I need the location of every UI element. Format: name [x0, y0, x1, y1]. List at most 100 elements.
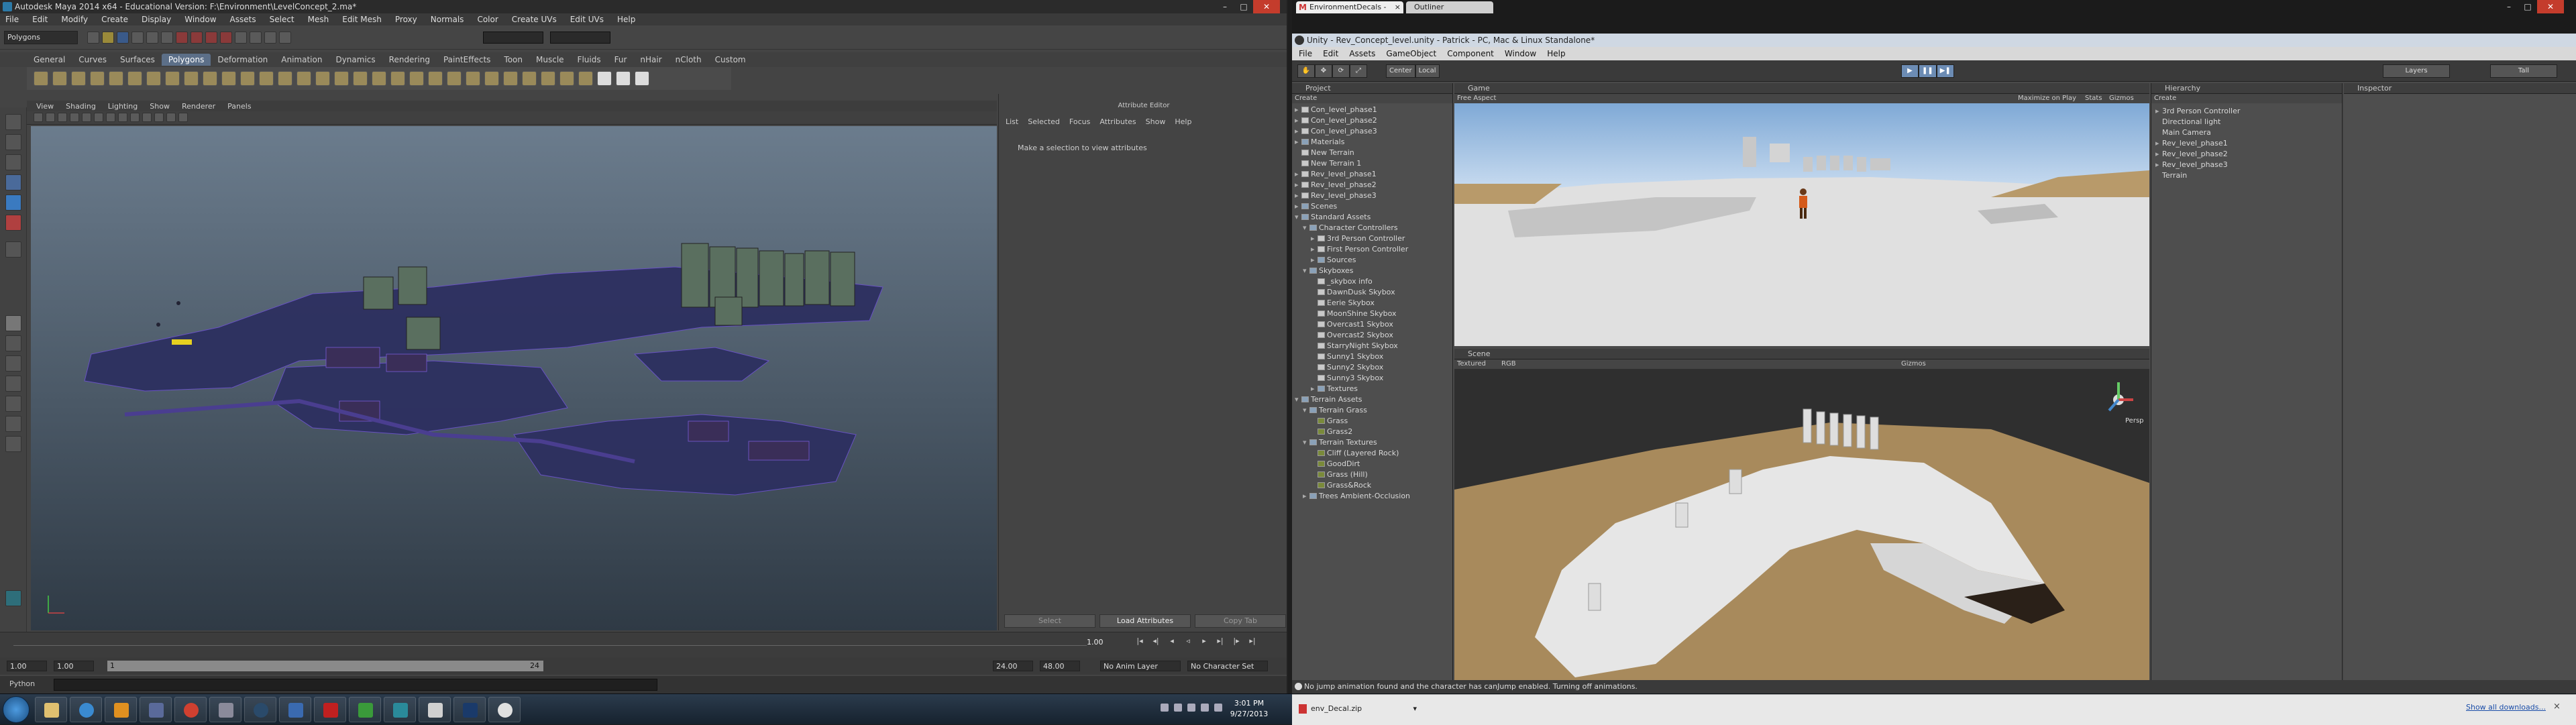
menu-modify[interactable]: Modify: [61, 15, 88, 24]
shelf-tab-rendering[interactable]: Rendering: [382, 54, 437, 66]
poly-prism-icon[interactable]: [146, 71, 161, 86]
character-set-dropdown[interactable]: No Character Set: [1187, 661, 1268, 671]
single-perspective-layout-icon[interactable]: [5, 315, 21, 331]
scene-tab[interactable]: Scene: [1454, 349, 2149, 359]
mode-dropdown[interactable]: Polygons: [4, 31, 78, 44]
uv-layout-icon[interactable]: [5, 416, 21, 432]
start-button[interactable]: [3, 696, 30, 723]
project-item[interactable]: GoodDirt: [1292, 459, 1453, 469]
maximize-on-play-toggle[interactable]: Maximize on Play: [2018, 94, 2076, 103]
shelf-tab-custom[interactable]: Custom: [708, 54, 753, 66]
shelf-tab-curves[interactable]: Curves: [72, 54, 113, 66]
wireframe-icon[interactable]: [106, 113, 115, 122]
expand-arrow-icon[interactable]: ▾: [1303, 266, 1309, 276]
shelf-tab-surfaces[interactable]: Surfaces: [113, 54, 162, 66]
shelf-tab-ncloth[interactable]: nCloth: [669, 54, 708, 66]
shelf-tab-fluids[interactable]: Fluids: [571, 54, 608, 66]
project-item[interactable]: ▸ Textures: [1292, 384, 1453, 394]
shelf-tab-dynamics[interactable]: Dynamics: [329, 54, 382, 66]
steam-taskbar-button[interactable]: [244, 697, 276, 722]
project-item[interactable]: ▾ Terrain Grass: [1292, 405, 1453, 416]
step-back-key-button[interactable]: ◂|: [1150, 636, 1162, 647]
menu-assets[interactable]: Assets: [230, 15, 256, 24]
uv-checker-icon[interactable]: [597, 71, 612, 86]
anim-layer-dropdown[interactable]: No Anim Layer: [1100, 661, 1181, 671]
numeric-input-x[interactable]: [483, 32, 543, 44]
extract-icon[interactable]: [297, 71, 311, 86]
shelf-tab-painteffects[interactable]: PaintEffects: [437, 54, 497, 66]
menu-create-uvs[interactable]: Create UVs: [512, 15, 557, 24]
chevron-down-icon[interactable]: ▾: [1413, 702, 1417, 716]
select-component-icon[interactable]: [161, 32, 173, 44]
xbox-taskbar-button[interactable]: [349, 697, 381, 722]
project-item[interactable]: Grass (Hill): [1292, 469, 1453, 480]
layers-dropdown[interactable]: Layers: [2383, 64, 2450, 78]
unity-menu-file[interactable]: File: [1299, 49, 1312, 58]
project-item[interactable]: ▸ 3rd Person Controller: [1292, 233, 1453, 244]
ae-menu-list[interactable]: List: [1006, 117, 1018, 126]
bridge-icon[interactable]: [372, 71, 386, 86]
lasso-tool-icon[interactable]: [5, 134, 21, 150]
merge-vertices-icon[interactable]: [503, 71, 518, 86]
link-taskbar-button[interactable]: [140, 697, 172, 722]
maximize-button[interactable]: □: [1234, 0, 1253, 13]
close-button[interactable]: ✕: [1253, 0, 1280, 13]
film-gate-icon[interactable]: [82, 113, 91, 122]
hierarchy-item[interactable]: ▸ Rev_level_phase2: [2151, 149, 2342, 160]
poly-pipe-icon[interactable]: [184, 71, 199, 86]
rotate-tool-icon[interactable]: [5, 194, 21, 211]
step-forward-key-button[interactable]: |▸: [1230, 636, 1242, 647]
expand-arrow-icon[interactable]: ▾: [1303, 437, 1309, 448]
scene-view[interactable]: Persp: [1454, 369, 2149, 681]
minimize-button[interactable]: –: [2500, 0, 2518, 13]
menu-create[interactable]: Create: [101, 15, 128, 24]
project-item[interactable]: MoonShine Skybox: [1292, 309, 1453, 319]
move-tool-icon[interactable]: [5, 174, 21, 190]
extrude-icon[interactable]: [390, 71, 405, 86]
expand-arrow-icon[interactable]: ▸: [1311, 384, 1318, 394]
snap-point-icon[interactable]: [205, 32, 217, 44]
numeric-input-y[interactable]: [550, 32, 610, 44]
render-settings-icon[interactable]: [279, 32, 291, 44]
poly-platonic-icon[interactable]: [240, 71, 255, 86]
play-button[interactable]: ▶: [1901, 64, 1919, 78]
persp-graph-layout-icon[interactable]: [5, 376, 21, 392]
project-item[interactable]: ▸ Con_level_phase3: [1292, 126, 1453, 137]
poly-cylinder-icon[interactable]: [71, 71, 86, 86]
project-item[interactable]: Eerie Skybox: [1292, 298, 1453, 309]
insert-edge-loop-icon[interactable]: [466, 71, 480, 86]
ae-menu-show[interactable]: Show: [1146, 117, 1166, 126]
last-tool-icon[interactable]: [5, 241, 21, 258]
expand-arrow-icon[interactable]: ▸: [1311, 233, 1318, 244]
uv-checker2-icon[interactable]: [616, 71, 631, 86]
scale-tool-icon[interactable]: ⤢: [1350, 64, 1367, 78]
expand-arrow-icon[interactable]: ▸: [1295, 169, 1301, 180]
system-clock[interactable]: 3:01 PM 9/27/2013: [1228, 698, 1271, 720]
project-item[interactable]: ▾ Terrain Textures: [1292, 437, 1453, 448]
expand-arrow-icon[interactable]: ▸: [1295, 137, 1301, 148]
project-item[interactable]: ▾ Skyboxes: [1292, 266, 1453, 276]
project-item[interactable]: ▸ Con_level_phase2: [1292, 115, 1453, 126]
game-taskbar-button[interactable]: [209, 697, 241, 722]
step-back-button[interactable]: ◂: [1166, 636, 1178, 647]
current-frame-field[interactable]: 1.00: [1087, 638, 1127, 649]
inspector-tab[interactable]: Inspector: [2344, 83, 2576, 94]
open-scene-icon[interactable]: [102, 32, 114, 44]
project-item[interactable]: ▾ Standard Assets: [1292, 212, 1453, 223]
hierarchy-item[interactable]: ▸ Rev_level_phase3: [2151, 160, 2342, 170]
poly-sphere-icon[interactable]: [34, 71, 48, 86]
maximize-button[interactable]: □: [2518, 0, 2537, 13]
snap-curve-icon[interactable]: [191, 32, 203, 44]
project-item[interactable]: ▸ First Person Controller: [1292, 244, 1453, 255]
hierarchy-item[interactable]: Directional light: [2151, 117, 2342, 127]
close-button[interactable]: ✕: [2537, 0, 2564, 13]
hierarchy-item[interactable]: ▸ Rev_level_phase1: [2151, 138, 2342, 149]
flag-icon[interactable]: [1201, 704, 1209, 712]
playback-start-field[interactable]: 1.00: [54, 661, 94, 671]
hierarchy-item[interactable]: Main Camera: [2151, 127, 2342, 138]
start-time-field[interactable]: 1.00: [7, 661, 47, 671]
menu-proxy[interactable]: Proxy: [395, 15, 417, 24]
unity-menu-edit[interactable]: Edit: [1323, 49, 1338, 58]
poly-torus-icon[interactable]: [127, 71, 142, 86]
project-create-button[interactable]: Create: [1292, 94, 1452, 103]
